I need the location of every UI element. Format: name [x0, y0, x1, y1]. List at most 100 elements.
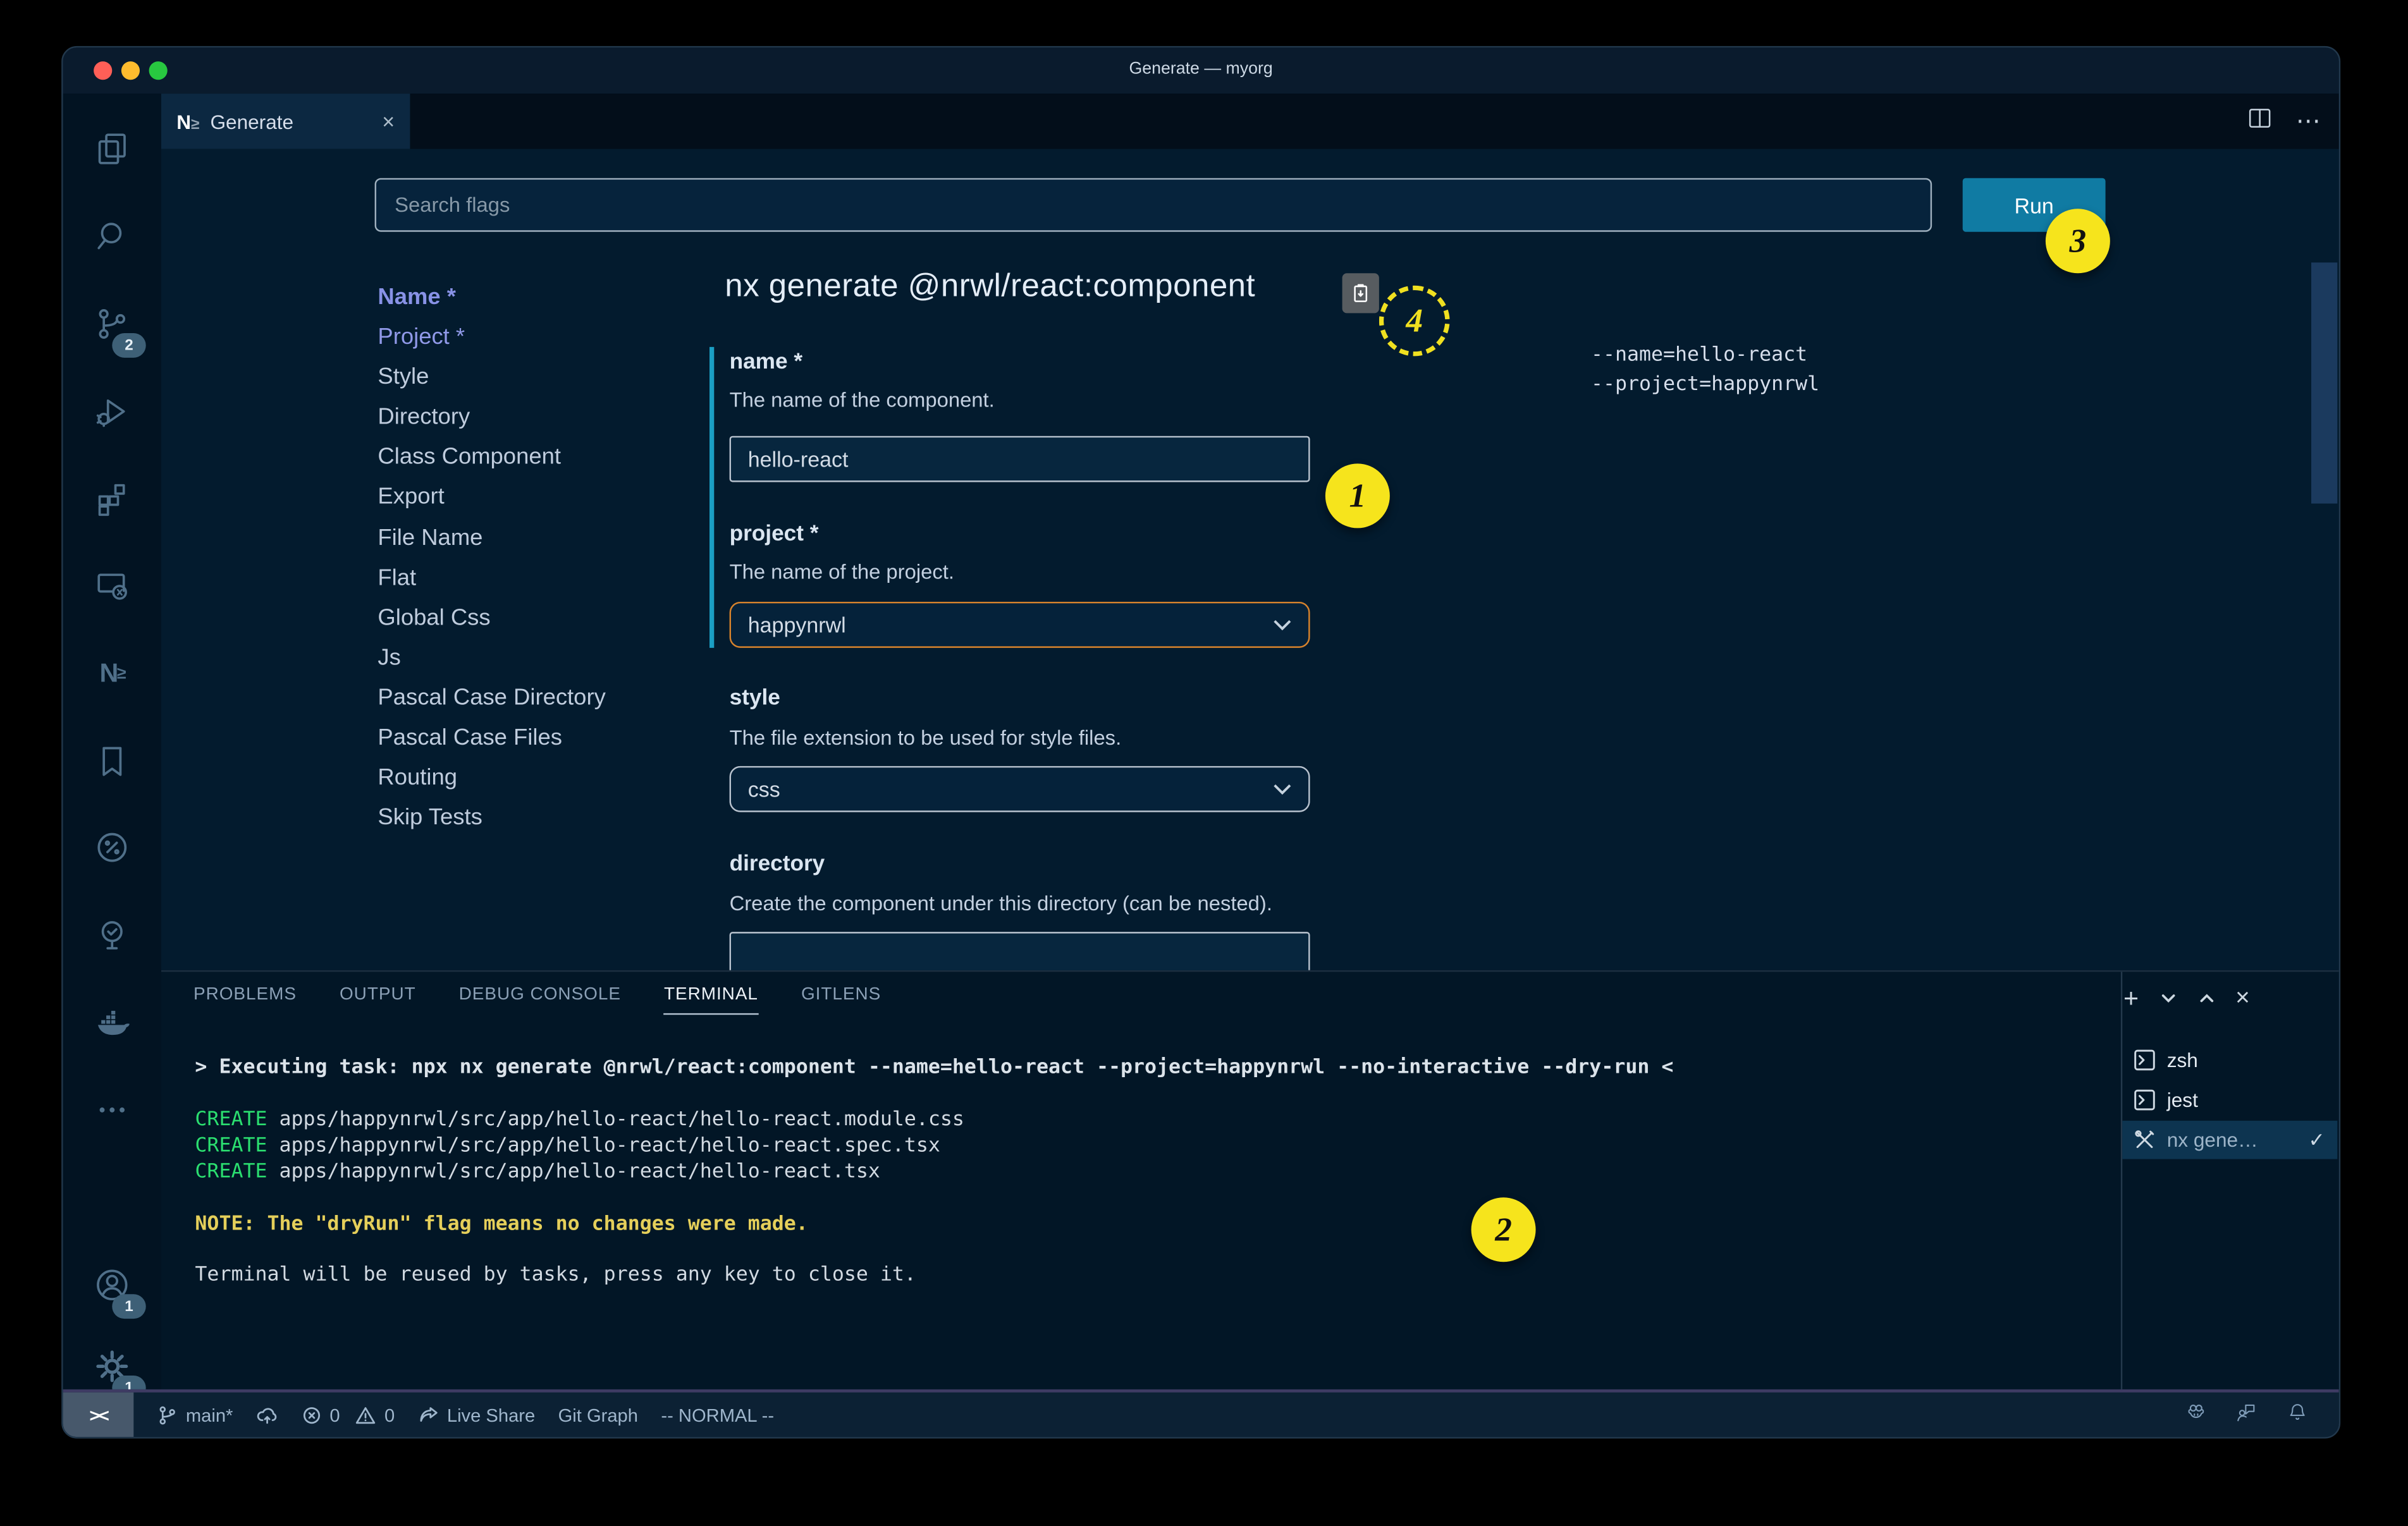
nav-item-pascal-case-files[interactable]: Pascal Case Files — [378, 719, 605, 759]
tab-output[interactable]: OUTPUT — [340, 986, 416, 1015]
nav-item-name[interactable]: Name * — [378, 278, 605, 318]
search-flags-input[interactable] — [375, 178, 1932, 232]
git-branch-icon — [157, 1404, 178, 1425]
explorer-icon[interactable] — [63, 112, 161, 186]
name-field-input[interactable] — [730, 436, 1310, 482]
terminal-dropdown-icon[interactable] — [2159, 986, 2177, 1012]
copy-command-button[interactable] — [1342, 273, 1379, 313]
accounts-icon[interactable]: 1 — [63, 1248, 161, 1322]
nav-item-directory[interactable]: Directory — [378, 398, 605, 438]
annotation-marker-3: 3 — [2046, 209, 2110, 273]
titlebar: Generate — myorg — [63, 47, 2339, 94]
chevron-down-icon — [1273, 783, 1291, 795]
nav-item-project[interactable]: Project * — [378, 318, 605, 358]
close-panel-icon[interactable]: × — [2235, 986, 2250, 1013]
style-field-label: style — [730, 687, 780, 711]
feedback-icon[interactable] — [2235, 1400, 2259, 1429]
new-terminal-icon[interactable]: + — [2123, 984, 2139, 1015]
more-actions-icon[interactable]: ⋯ — [2296, 106, 2321, 137]
nav-item-file-name[interactable]: File Name — [378, 518, 605, 558]
tab-close-icon[interactable]: × — [382, 109, 395, 133]
cli-args-preview: --name=hello-react --project=happynrwl — [1591, 341, 1819, 399]
nav-item-routing[interactable]: Routing — [378, 759, 605, 798]
nav-item-global-css[interactable]: Global Css — [378, 599, 605, 638]
remote-explorer-icon[interactable] — [63, 549, 161, 623]
tab-problems[interactable]: PROBLEMS — [194, 986, 297, 1015]
window-title: Generate — myorg — [63, 60, 2339, 78]
kraken-icon[interactable] — [2184, 1400, 2208, 1429]
problems-item[interactable]: 0 0 — [300, 1404, 395, 1425]
status-bar: >< main* 0 0 Live Share Git Graph -- NOR… — [63, 1389, 2339, 1437]
nav-item-js[interactable]: Js — [378, 638, 605, 678]
circle-node-icon[interactable] — [63, 810, 161, 884]
project-field-description: The name of the project. — [730, 560, 954, 583]
terminal-list-item-nx-generate[interactable]: nx gene… ✓ — [2122, 1121, 2337, 1159]
name-field-description: The name of the component. — [730, 388, 995, 411]
nav-item-flat[interactable]: Flat — [378, 558, 605, 598]
notifications-bell-icon[interactable] — [2285, 1400, 2310, 1429]
style-field-select[interactable]: css — [730, 766, 1310, 812]
nav-item-export[interactable]: Export — [378, 478, 605, 518]
vim-mode-indicator[interactable]: -- NORMAL -- — [661, 1404, 774, 1425]
live-share-icon — [418, 1404, 439, 1425]
terminal-list-separator — [2121, 972, 2122, 1389]
terminal-list-item-jest[interactable]: jest — [2122, 1081, 2337, 1120]
source-control-icon[interactable]: 2 — [63, 287, 161, 361]
cloud-upload-icon — [256, 1404, 278, 1425]
warning-icon — [355, 1404, 377, 1425]
annotation-marker-1: 1 — [1325, 463, 1390, 528]
terminal-list-item-zsh[interactable]: zsh — [2122, 1041, 2337, 1080]
tab-terminal[interactable]: TERMINAL — [664, 986, 758, 1015]
task-tools-icon — [2133, 1128, 2156, 1151]
todo-tree-icon[interactable] — [63, 898, 161, 972]
directory-field-label: directory — [730, 852, 825, 877]
generator-options-nav: Name * Project * Style Directory Class C… — [378, 278, 605, 839]
more-views-icon[interactable] — [63, 1073, 161, 1147]
required-fields-bar — [710, 347, 714, 648]
bookmarks-icon[interactable] — [63, 724, 161, 798]
project-field-label: project * — [730, 522, 819, 547]
search-icon[interactable] — [63, 200, 161, 274]
nav-item-skip-tests[interactable]: Skip Tests — [378, 798, 605, 838]
clipboard-icon — [1351, 279, 1370, 307]
chevron-down-icon — [1273, 619, 1291, 631]
split-editor-icon[interactable] — [2248, 107, 2271, 136]
nav-item-class-component[interactable]: Class Component — [378, 438, 605, 478]
sync-item[interactable] — [256, 1404, 278, 1425]
remote-indicator[interactable]: >< — [63, 1393, 134, 1437]
task-success-check-icon: ✓ — [2308, 1128, 2325, 1152]
terminal-exec-line: > Executing task: npx nx generate @nrwl/… — [195, 1056, 1673, 1079]
nav-item-pascal-case-directory[interactable]: Pascal Case Directory — [378, 678, 605, 718]
nx-logo-icon: N≥ — [176, 110, 199, 133]
maximize-panel-icon[interactable] — [2197, 986, 2215, 1012]
generator-title: nx generate @nrwl/react:component — [725, 269, 1255, 305]
panel-actions: + × — [2123, 984, 2250, 1015]
terminal-icon — [2133, 1049, 2156, 1071]
nx-console-icon[interactable]: N≥ — [63, 637, 161, 711]
tab-generate[interactable]: N≥ Generate × — [161, 94, 410, 149]
git-branch-item[interactable]: main* — [157, 1404, 233, 1425]
editor-scrollbar[interactable] — [2311, 262, 2337, 503]
nav-item-style[interactable]: Style — [378, 358, 605, 398]
bottom-panel: PROBLEMS OUTPUT DEBUG CONSOLE TERMINAL G… — [161, 970, 2339, 1389]
tab-bar: N≥ Generate × ⋯ — [161, 94, 2339, 149]
live-share-item[interactable]: Live Share — [418, 1404, 535, 1425]
tab-gitlens[interactable]: GITLENS — [801, 986, 881, 1015]
tab-label: Generate — [210, 110, 293, 133]
project-field-select[interactable]: happynrwl — [730, 602, 1310, 648]
git-graph-item[interactable]: Git Graph — [558, 1404, 638, 1425]
activity-bar: 2 N≥ — [63, 94, 161, 1389]
style-field-description: The file extension to be used for style … — [730, 726, 1122, 749]
error-icon — [300, 1404, 322, 1425]
panel-tabs: PROBLEMS OUTPUT DEBUG CONSOLE TERMINAL G… — [194, 986, 881, 1015]
source-control-badge: 2 — [112, 333, 145, 358]
run-debug-icon[interactable] — [63, 375, 161, 449]
annotation-marker-2: 2 — [1471, 1197, 1536, 1262]
terminal-icon — [2133, 1089, 2156, 1111]
directory-field-input[interactable] — [730, 932, 1310, 970]
docker-icon[interactable] — [63, 986, 161, 1059]
tab-debug-console[interactable]: DEBUG CONSOLE — [459, 986, 621, 1015]
vscode-window: Generate — myorg 2 — [61, 46, 2340, 1439]
nx-generate-webview: Run Name * Project * Style Directory Cla… — [161, 149, 2339, 970]
extensions-icon[interactable] — [63, 462, 161, 536]
